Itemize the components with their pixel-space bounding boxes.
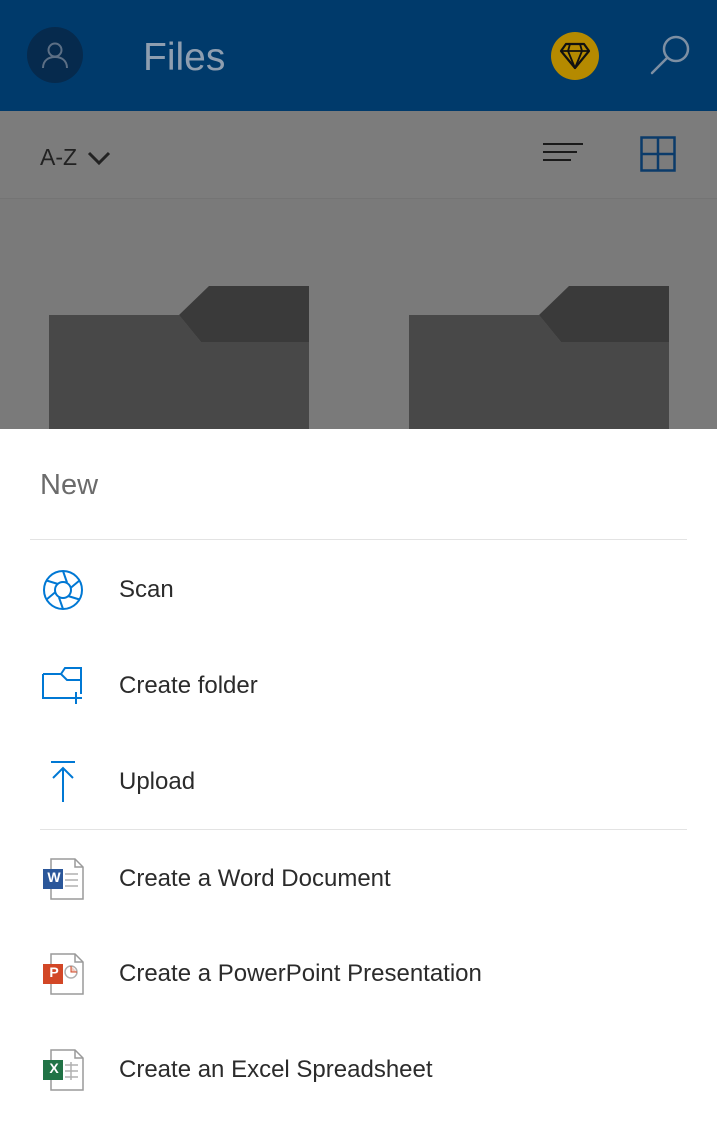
divider — [30, 539, 687, 540]
folder-add-icon — [40, 663, 86, 709]
powerpoint-badge-letter: P — [49, 964, 59, 980]
menu-item-label: Create a PowerPoint Presentation — [119, 960, 482, 987]
menu-item-scan[interactable]: Scan — [0, 550, 717, 630]
new-bottom-sheet: New Scan Create folder Upload W Create a… — [0, 429, 717, 1123]
account-button[interactable] — [27, 27, 83, 83]
menu-item-create-word[interactable]: W Create a Word Document — [0, 839, 717, 919]
menu-item-label: Upload — [119, 768, 196, 795]
grid-view-button[interactable] — [640, 136, 676, 172]
menu-item-label: Scan — [119, 576, 174, 603]
sort-toolbar: A-Z — [0, 111, 717, 199]
person-icon — [42, 42, 68, 69]
word-doc-icon: W — [40, 856, 86, 902]
divider — [40, 829, 687, 830]
search-button[interactable] — [648, 32, 694, 78]
grid-view-icon — [640, 136, 676, 172]
file-grid — [0, 199, 717, 435]
sort-dropdown[interactable]: A-Z — [40, 144, 111, 171]
excel-badge-letter: X — [49, 1060, 59, 1076]
camera-aperture-icon — [40, 567, 86, 613]
page-title: Files — [143, 36, 226, 79]
word-badge-letter: W — [47, 869, 61, 885]
list-view-icon — [543, 143, 583, 161]
upload-icon — [40, 759, 86, 805]
menu-item-create-powerpoint[interactable]: P Create a PowerPoint Presentation — [0, 934, 717, 1014]
folder-tile[interactable] — [409, 285, 671, 435]
premium-button[interactable] — [551, 32, 599, 80]
menu-item-label: Create folder — [119, 672, 258, 699]
excel-doc-icon: X — [40, 1047, 86, 1093]
folder-tile[interactable] — [49, 285, 311, 435]
chevron-down-icon — [88, 151, 111, 165]
menu-item-create-folder[interactable]: Create folder — [0, 646, 717, 726]
list-view-button[interactable] — [541, 141, 585, 169]
menu-item-label: Create an Excel Spreadsheet — [119, 1056, 433, 1083]
sort-label: A-Z — [40, 144, 78, 170]
diamond-icon — [559, 42, 591, 70]
app-header: Files — [0, 0, 717, 111]
menu-item-create-excel[interactable]: X Create an Excel Spreadsheet — [0, 1030, 717, 1110]
menu-item-upload[interactable]: Upload — [0, 742, 717, 822]
powerpoint-doc-icon: P — [40, 951, 86, 997]
search-icon — [650, 35, 690, 75]
sheet-title: New — [40, 469, 99, 501]
folder-icon — [49, 286, 309, 435]
menu-item-label: Create a Word Document — [119, 865, 391, 892]
folder-icon — [409, 286, 669, 435]
